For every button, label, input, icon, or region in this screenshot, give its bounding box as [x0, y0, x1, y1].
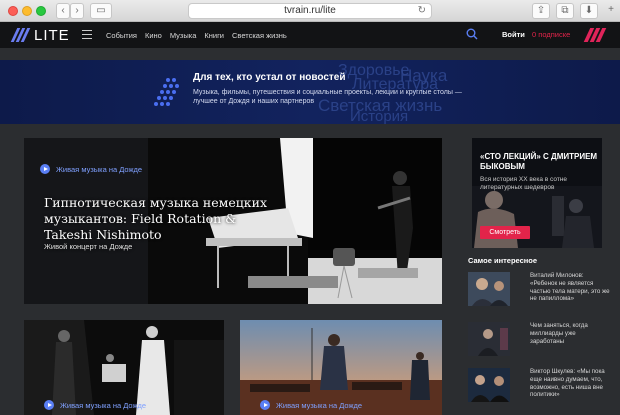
nav-link-cinema[interactable]: Кино	[145, 31, 162, 40]
banner-description: Музыка, фильмы, путешествия и социальные…	[193, 89, 462, 105]
main-nav: События Кино Музыка Книги Светская жизнь	[106, 22, 295, 48]
nav-link-books[interactable]: Книги	[204, 31, 224, 40]
news-item[interactable]: Виктор Шкулев: «Мы пока еще наивно думае…	[468, 368, 608, 404]
logo-text: LITE	[34, 26, 70, 44]
news-text[interactable]: Виктор Шкулев: «Мы пока еще наивно думае…	[530, 368, 610, 399]
login-link[interactable]: Войти	[502, 30, 525, 39]
hero-category[interactable]: Живая музыка на Дожде	[40, 164, 142, 174]
card-category[interactable]: Живая музыка на Дожде	[260, 400, 362, 410]
browser-toolbar: ‹ › ▭ tvrain.ru/lite ↻ ⇪ ⧉ ⬇ +	[0, 0, 620, 22]
video-card[interactable]: Живая музыка на Дожде	[240, 320, 442, 415]
sidebar-icon[interactable]: ▭	[90, 3, 112, 19]
play-icon	[260, 400, 270, 410]
news-item[interactable]: Чем заняться, когда миллиарды уже зарабо…	[468, 322, 608, 358]
close-window-button[interactable]	[8, 6, 18, 16]
card-category[interactable]: Живая музыка на Дожде	[44, 400, 146, 410]
promo-banner[interactable]: Здоровье Наука Литература Светская жизнь…	[0, 60, 620, 124]
banner-title: Для тех, кто устал от новостей	[193, 72, 346, 83]
watch-button[interactable]: Смотреть	[480, 226, 530, 239]
play-icon	[40, 164, 50, 174]
hero-article[interactable]: Живая музыка на Дожде Гипнотическая музы…	[24, 138, 442, 304]
menu-icon[interactable]	[82, 30, 92, 39]
news-item[interactable]: Виталий Милонов: «Ребенок не является ча…	[468, 272, 610, 308]
video-card[interactable]: Живая музыка на Дожде	[24, 320, 224, 415]
hero-title[interactable]: Гипнотическая музыка немецких музыкантов…	[44, 195, 274, 243]
section-title: Самое интересное	[468, 256, 538, 265]
rain-brand-icon[interactable]	[583, 28, 607, 42]
header-spacer	[0, 48, 620, 60]
reload-icon[interactable]: ↻	[418, 4, 426, 18]
downloads-icon[interactable]: ⬇	[580, 3, 598, 19]
news-text[interactable]: Виталий Милонов: «Ребенок не является ча…	[530, 272, 610, 303]
address-bar[interactable]: tvrain.ru/lite ↻	[188, 3, 432, 19]
minimize-window-button[interactable]	[22, 6, 32, 16]
new-tab-icon[interactable]: +	[604, 3, 618, 19]
promo-title: «СТО ЛЕКЦИЙ» С ДМИТРИЕМ БЫКОВЫМ	[480, 152, 598, 171]
nav-link-events[interactable]: События	[106, 31, 137, 40]
news-text[interactable]: Чем заняться, когда миллиарды уже зарабо…	[530, 322, 610, 345]
nav-link-music[interactable]: Музыка	[170, 31, 197, 40]
share-icon[interactable]: ⇪	[532, 3, 550, 19]
news-thumbnail	[468, 322, 510, 356]
card-category-label: Живая музыка на Дожде	[276, 400, 363, 410]
site-header: LITE События Кино Музыка Книги Светская …	[0, 22, 620, 48]
promo-description: Вся история XX века в сотне литературных…	[480, 176, 567, 191]
url-text: tvrain.ru/lite	[284, 5, 336, 16]
rain-logo-icon	[10, 28, 31, 42]
subscribe-link[interactable]: 0 подписке	[532, 30, 570, 39]
hero-subtitle: Живой концерт на Дожде	[44, 242, 133, 251]
lectures-promo[interactable]: «СТО ЛЕКЦИЙ» С ДМИТРИЕМ БЫКОВЫМ Вся исто…	[472, 138, 602, 248]
banner-bg-word: История	[350, 108, 409, 124]
nav-link-social-life[interactable]: Светская жизнь	[232, 31, 287, 40]
forward-button[interactable]: ›	[70, 3, 84, 19]
search-icon[interactable]	[466, 28, 478, 40]
zoom-window-button[interactable]	[36, 6, 46, 16]
play-icon	[44, 400, 54, 410]
card-category-label: Живая музыка на Дожде	[60, 400, 147, 410]
news-thumbnail	[468, 272, 510, 306]
tabs-overview-icon[interactable]: ⧉	[556, 3, 574, 19]
site-logo[interactable]: LITE	[10, 26, 70, 44]
rain-dots-logo-icon	[154, 78, 179, 106]
hero-category-label: Живая музыка на Дожде	[56, 164, 143, 174]
news-thumbnail	[468, 368, 510, 402]
back-button[interactable]: ‹	[56, 3, 70, 19]
